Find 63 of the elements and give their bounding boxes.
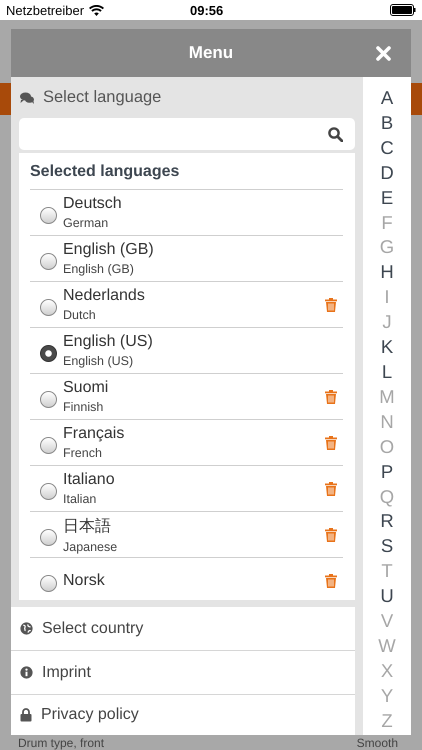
index-letter[interactable]: R — [380, 510, 394, 532]
clock-time: 09:56 — [189, 2, 224, 18]
language-english-name: German — [63, 216, 110, 230]
menu-item[interactable]: Privacy policy — [11, 694, 355, 735]
info-icon — [20, 666, 33, 679]
language-english-name: Japanese — [63, 540, 118, 554]
language-english-name: Finnish — [63, 400, 104, 414]
index-letter[interactable]: L — [382, 360, 392, 382]
trash-icon[interactable] — [325, 482, 337, 496]
language-name: Suomi — [63, 379, 110, 397]
radio-button[interactable] — [40, 253, 57, 270]
index-letter[interactable]: S — [380, 535, 394, 556]
trash-icon[interactable] — [325, 436, 337, 450]
setting-label: Drum type, front — [18, 736, 104, 750]
index-letter[interactable]: U — [380, 585, 394, 606]
lock-icon — [20, 708, 32, 722]
index-letter[interactable]: E — [380, 186, 394, 208]
search-icon[interactable] — [328, 126, 343, 142]
radio-button[interactable] — [40, 437, 57, 454]
globe-icon — [20, 622, 33, 635]
language-name: English (GB) — [63, 241, 155, 259]
index-letter[interactable]: B — [380, 112, 394, 133]
language-english-name: French — [63, 446, 103, 460]
list-heading: Selected languages — [29, 162, 180, 182]
index-letter[interactable]: H — [380, 261, 394, 282]
language-name: Nederlands — [63, 287, 146, 305]
index-letter[interactable]: K — [380, 336, 394, 358]
index-letter[interactable]: P — [380, 460, 394, 482]
trash-icon[interactable] — [325, 298, 337, 312]
language-name: Italiano — [63, 471, 116, 489]
trash-icon[interactable] — [325, 390, 337, 404]
radio-button[interactable] — [40, 207, 57, 224]
close-icon[interactable] — [376, 46, 391, 61]
radio-button[interactable] — [40, 483, 57, 500]
language-english-name: English (GB) — [63, 262, 135, 276]
index-letter[interactable]: D — [380, 162, 394, 183]
language-name: Norsk — [63, 572, 106, 590]
index-letter[interactable]: A — [380, 87, 394, 108]
section-title: Select language — [43, 88, 162, 107]
radio-button[interactable] — [40, 299, 57, 316]
menu-title: Menu — [188, 43, 234, 63]
language-name: English (US) — [63, 333, 154, 351]
search-field[interactable] — [19, 118, 355, 150]
language-english-name: English (US) — [63, 354, 134, 368]
carrier-name: Netzbetreiber — [6, 2, 84, 18]
language-english-name: Dutch — [63, 308, 97, 322]
trash-icon[interactable] — [325, 528, 337, 542]
menu-item[interactable]: Select country — [11, 607, 355, 650]
menu-item[interactable]: Imprint — [11, 650, 355, 694]
wifi-icon — [89, 4, 104, 16]
radio-button[interactable] — [40, 391, 57, 408]
chat-bubbles-icon — [20, 92, 34, 104]
battery-icon — [390, 4, 416, 16]
radio-button[interactable] — [40, 345, 57, 362]
radio-button[interactable] — [40, 575, 57, 592]
radio-button[interactable] — [40, 529, 57, 546]
language-name: 日本語 — [63, 516, 112, 536]
language-english-name: Italian — [63, 492, 98, 506]
trash-icon[interactable] — [325, 574, 337, 588]
index-letter[interactable]: C — [380, 136, 394, 158]
language-name: Deutsch — [63, 195, 123, 213]
language-name: Français — [63, 425, 126, 443]
setting-value: Smooth — [356, 736, 398, 750]
